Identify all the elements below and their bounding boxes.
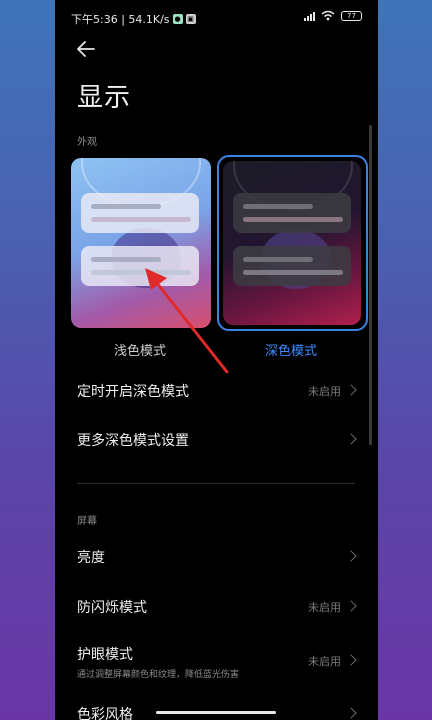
light-mode-label[interactable]: 浅色模式 [114, 340, 166, 359]
eye-care-row[interactable]: 护眼模式 通过调整屏幕颜色和纹理，降低蓝光伤害 未启用 [77, 644, 357, 680]
gallery-notification-icon: ▣ [185, 14, 196, 24]
status-bar: 下午5:36 | 54.1K/s ● ▣ 77 [55, 0, 378, 34]
back-arrow-icon[interactable] [75, 38, 97, 60]
dark-mode-label[interactable]: 深色模式 [265, 340, 317, 359]
brightness-row[interactable]: 亮度 [77, 547, 357, 567]
preview-notification [233, 246, 351, 286]
wifi-icon [321, 10, 335, 21]
status-right: 77 [304, 10, 362, 21]
row-title: 更多深色模式设置 [77, 433, 189, 449]
appearance-section-label: 外观 [77, 137, 97, 148]
screen-section-label: 屏幕 [77, 516, 97, 527]
row-value: 未启用 [308, 601, 341, 614]
dark-mode-card[interactable] [223, 161, 361, 325]
status-time-speed: 下午5:36 | 54.1K/s [71, 13, 170, 26]
battery-icon: 77 [341, 10, 362, 21]
anti-flicker-row[interactable]: 防闪烁模式 未启用 [77, 597, 357, 617]
light-mode-card[interactable] [71, 158, 211, 328]
more-dark-mode-settings-row[interactable]: 更多深色模式设置 [77, 430, 357, 450]
home-indicator[interactable] [156, 711, 276, 714]
app-notification-icon: ● [172, 14, 183, 24]
status-left: 下午5:36 | 54.1K/s ● ▣ [71, 11, 196, 27]
preview-notification [233, 193, 351, 233]
preview-notification [81, 193, 199, 233]
signal-icon [304, 11, 315, 21]
phone-screen: 下午5:36 | 54.1K/s ● ▣ 77 显示 外观 浅色模式 深色模式 … [55, 0, 378, 720]
scheduled-dark-mode-row[interactable]: 定时开启深色模式 未启用 [77, 381, 357, 401]
preview-notification [81, 246, 199, 286]
row-title: 亮度 [77, 550, 105, 566]
page-title: 显示 [77, 83, 132, 113]
divider [77, 483, 355, 484]
row-value: 未启用 [308, 655, 341, 668]
row-value: 未启用 [308, 385, 341, 398]
scrollbar[interactable] [369, 125, 372, 445]
